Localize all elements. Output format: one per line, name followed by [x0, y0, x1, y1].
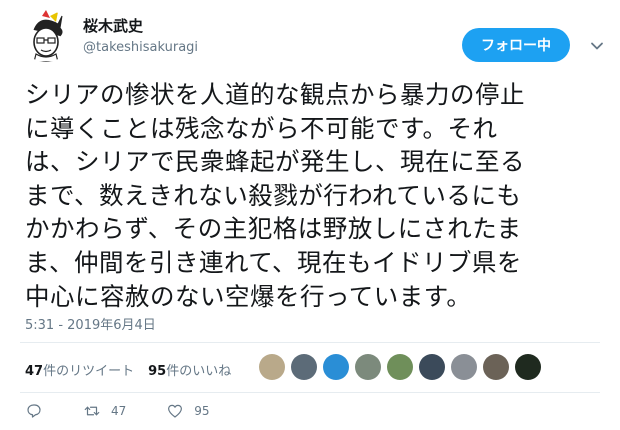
- tweet-text-line: に導くことは残念ながら不可能です。それ: [25, 113, 498, 143]
- liker-avatar[interactable]: [387, 354, 413, 380]
- chevron-down-icon[interactable]: [589, 38, 605, 54]
- retweet-count: 47: [111, 404, 127, 418]
- retweet-stat-count: 47: [25, 363, 44, 379]
- avatar-caricature-icon: [20, 10, 72, 62]
- liker-avatar[interactable]: [451, 354, 477, 380]
- heart-icon: [168, 404, 183, 418]
- tweet-text-line: まで、数えきれない殺戮が行われているにも: [25, 180, 522, 210]
- liker-avatar[interactable]: [291, 354, 317, 380]
- tweet-timestamp[interactable]: 5:31 - 2019年6月4日: [25, 314, 156, 333]
- reply-button[interactable]: [25, 402, 43, 420]
- avatar[interactable]: [20, 10, 72, 62]
- name-block: 桜木武史 @takeshisakuragi: [83, 16, 198, 57]
- reply-icon: [27, 404, 41, 418]
- tweet-stats: 47件のリツイート 95件のいいね: [25, 355, 245, 383]
- liker-avatar[interactable]: [483, 354, 509, 380]
- likers-avatars: [259, 354, 547, 380]
- liker-avatar[interactable]: [323, 354, 349, 380]
- tweet-text: シリアの惨状を人道的な観点から暴力の停止 に導くことは残念ながら不可能です。それ…: [25, 78, 605, 313]
- user-handle[interactable]: @takeshisakuragi: [83, 39, 198, 57]
- tweet-text-line: ま、仲間を引き連れて、現在もイドリブ県を: [25, 247, 523, 277]
- like-count: 95: [194, 404, 210, 418]
- like-stat[interactable]: 95件のいいね: [148, 360, 231, 379]
- liker-avatar[interactable]: [259, 354, 285, 380]
- like-button[interactable]: 95: [166, 402, 210, 420]
- divider: [20, 392, 600, 393]
- liker-avatar[interactable]: [515, 354, 541, 380]
- retweet-button[interactable]: 47: [83, 402, 126, 420]
- like-stat-label: 件のいいね: [166, 363, 232, 379]
- like-stat-count: 95: [148, 363, 167, 379]
- retweet-icon: [84, 406, 100, 416]
- tweet-text-line: は、シリアで民衆蜂起が発生し、現在に至る: [25, 147, 525, 177]
- liker-avatar[interactable]: [419, 354, 445, 380]
- liker-avatar[interactable]: [355, 354, 381, 380]
- tweet-text-line: かかわらず、その主犯格は野放しにされたま: [25, 214, 522, 244]
- retweet-stat-label: 件のリツイート: [43, 363, 135, 379]
- display-name[interactable]: 桜木武史: [83, 16, 198, 36]
- tweet-text-line: 中心に容赦のない空爆を行っています。: [25, 281, 472, 311]
- tweet-header: 桜木武史 @takeshisakuragi フォロー中: [20, 10, 603, 62]
- retweet-stat[interactable]: 47件のリツイート: [25, 360, 134, 379]
- tweet-actions: 47 95: [25, 402, 250, 420]
- tweet-text-line: シリアの惨状を人道的な観点から暴力の停止: [25, 80, 525, 109]
- following-button[interactable]: フォロー中: [462, 28, 570, 62]
- divider: [20, 342, 600, 343]
